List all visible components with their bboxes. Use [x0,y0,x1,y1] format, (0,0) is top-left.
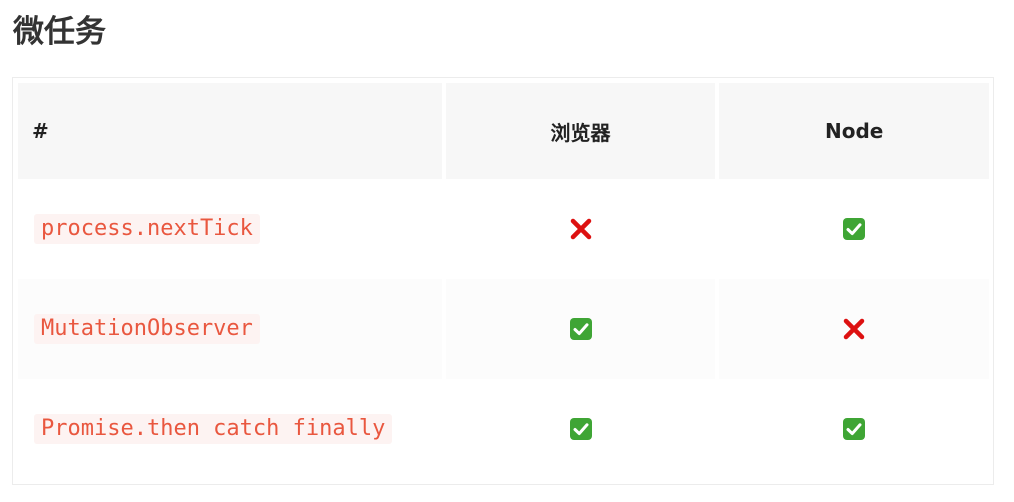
api-cell: process.nextTick [18,179,442,279]
check-box-icon [842,417,866,441]
table-row: Promise.then catch finally [18,379,989,479]
page-title: 微任务 [13,14,106,50]
node-support-cell [719,379,989,479]
check-box-icon [842,217,866,241]
table-container: # 浏览器 Node process.nextTick MutationObse… [12,77,994,485]
header-browser: 浏览器 [445,83,716,179]
header-node: Node [719,83,989,179]
header-row: # 浏览器 Node [18,83,989,179]
cross-icon [842,317,866,341]
table-row: MutationObserver [18,279,989,379]
table-row: process.nextTick [18,179,989,279]
cross-icon [569,217,593,241]
api-code: process.nextTick [34,214,260,244]
node-support-cell [719,279,989,379]
api-code: MutationObserver [34,314,260,344]
browser-support-cell [446,379,716,479]
check-box-icon [569,317,593,341]
browser-support-cell [446,179,716,279]
header-hash: # [18,83,442,179]
api-cell: Promise.then catch finally [18,379,442,479]
api-cell: MutationObserver [18,279,442,379]
node-support-cell [719,179,989,279]
api-code: Promise.then catch finally [34,414,393,444]
check-box-icon [569,417,593,441]
browser-support-cell [445,279,716,379]
support-table: # 浏览器 Node process.nextTick MutationObse… [14,83,993,479]
